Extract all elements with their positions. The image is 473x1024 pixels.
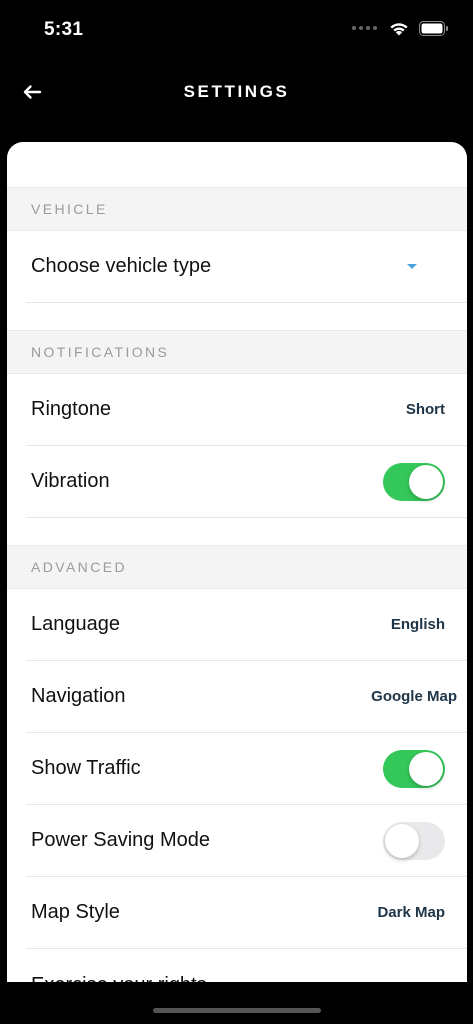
- ringtone-label: Ringtone: [31, 398, 112, 420]
- page-title: SETTINGS: [183, 82, 290, 101]
- status-bar: 5:31: [0, 0, 473, 60]
- vehicle-type-label: Choose vehicle type: [31, 255, 212, 277]
- power-saving-label: Power Saving Mode: [31, 829, 210, 851]
- wifi-icon: [390, 23, 408, 36]
- language-value[interactable]: English: [391, 616, 445, 633]
- navigation-value[interactable]: Google Map: [371, 688, 457, 705]
- section-header-advanced: ADVANCED: [7, 545, 467, 589]
- power-saving-toggle[interactable]: [383, 821, 445, 860]
- ringtone-value[interactable]: Short: [406, 401, 445, 418]
- navigation-row[interactable]: Navigation Google Map: [26, 661, 467, 733]
- toggle-knob: [409, 751, 443, 786]
- exercise-rights-label: Exercise your rights: [31, 974, 207, 983]
- exercise-rights-row[interactable]: Exercise your rights: [26, 949, 467, 983]
- map-style-row[interactable]: Map Style Dark Map: [26, 877, 467, 949]
- toggle-knob: [385, 823, 419, 858]
- show-traffic-toggle[interactable]: [383, 749, 445, 788]
- signal-icon: [352, 26, 377, 30]
- status-time: 5:31: [44, 19, 84, 40]
- toggle-knob: [409, 464, 443, 499]
- dropdown-caret-icon[interactable]: [407, 264, 417, 269]
- vehicle-type-row[interactable]: Choose vehicle type: [26, 231, 467, 303]
- power-saving-row: Power Saving Mode: [26, 805, 467, 877]
- language-label: Language: [31, 613, 120, 635]
- show-traffic-row: Show Traffic: [26, 733, 467, 805]
- status-icons: [352, 20, 449, 36]
- map-style-label: Map Style: [31, 901, 120, 923]
- ringtone-row[interactable]: Ringtone Short: [26, 374, 467, 446]
- vibration-toggle[interactable]: [383, 462, 445, 501]
- section-header-notifications: NOTIFICATIONS: [7, 330, 467, 374]
- settings-list: VEHICLE Choose vehicle type NOTIFICATION…: [7, 187, 467, 982]
- nav-bar: SETTINGS: [0, 70, 473, 114]
- section-header-vehicle: VEHICLE: [7, 187, 467, 231]
- show-traffic-label: Show Traffic: [31, 757, 141, 779]
- map-style-value[interactable]: Dark Map: [377, 904, 445, 921]
- home-indicator: [153, 1008, 321, 1013]
- vibration-label: Vibration: [31, 470, 110, 492]
- navigation-label: Navigation: [31, 685, 126, 707]
- battery-icon: [419, 20, 448, 36]
- settings-sheet: VEHICLE Choose vehicle type NOTIFICATION…: [7, 142, 467, 982]
- language-row[interactable]: Language English: [26, 589, 467, 661]
- vibration-row: Vibration: [26, 446, 467, 518]
